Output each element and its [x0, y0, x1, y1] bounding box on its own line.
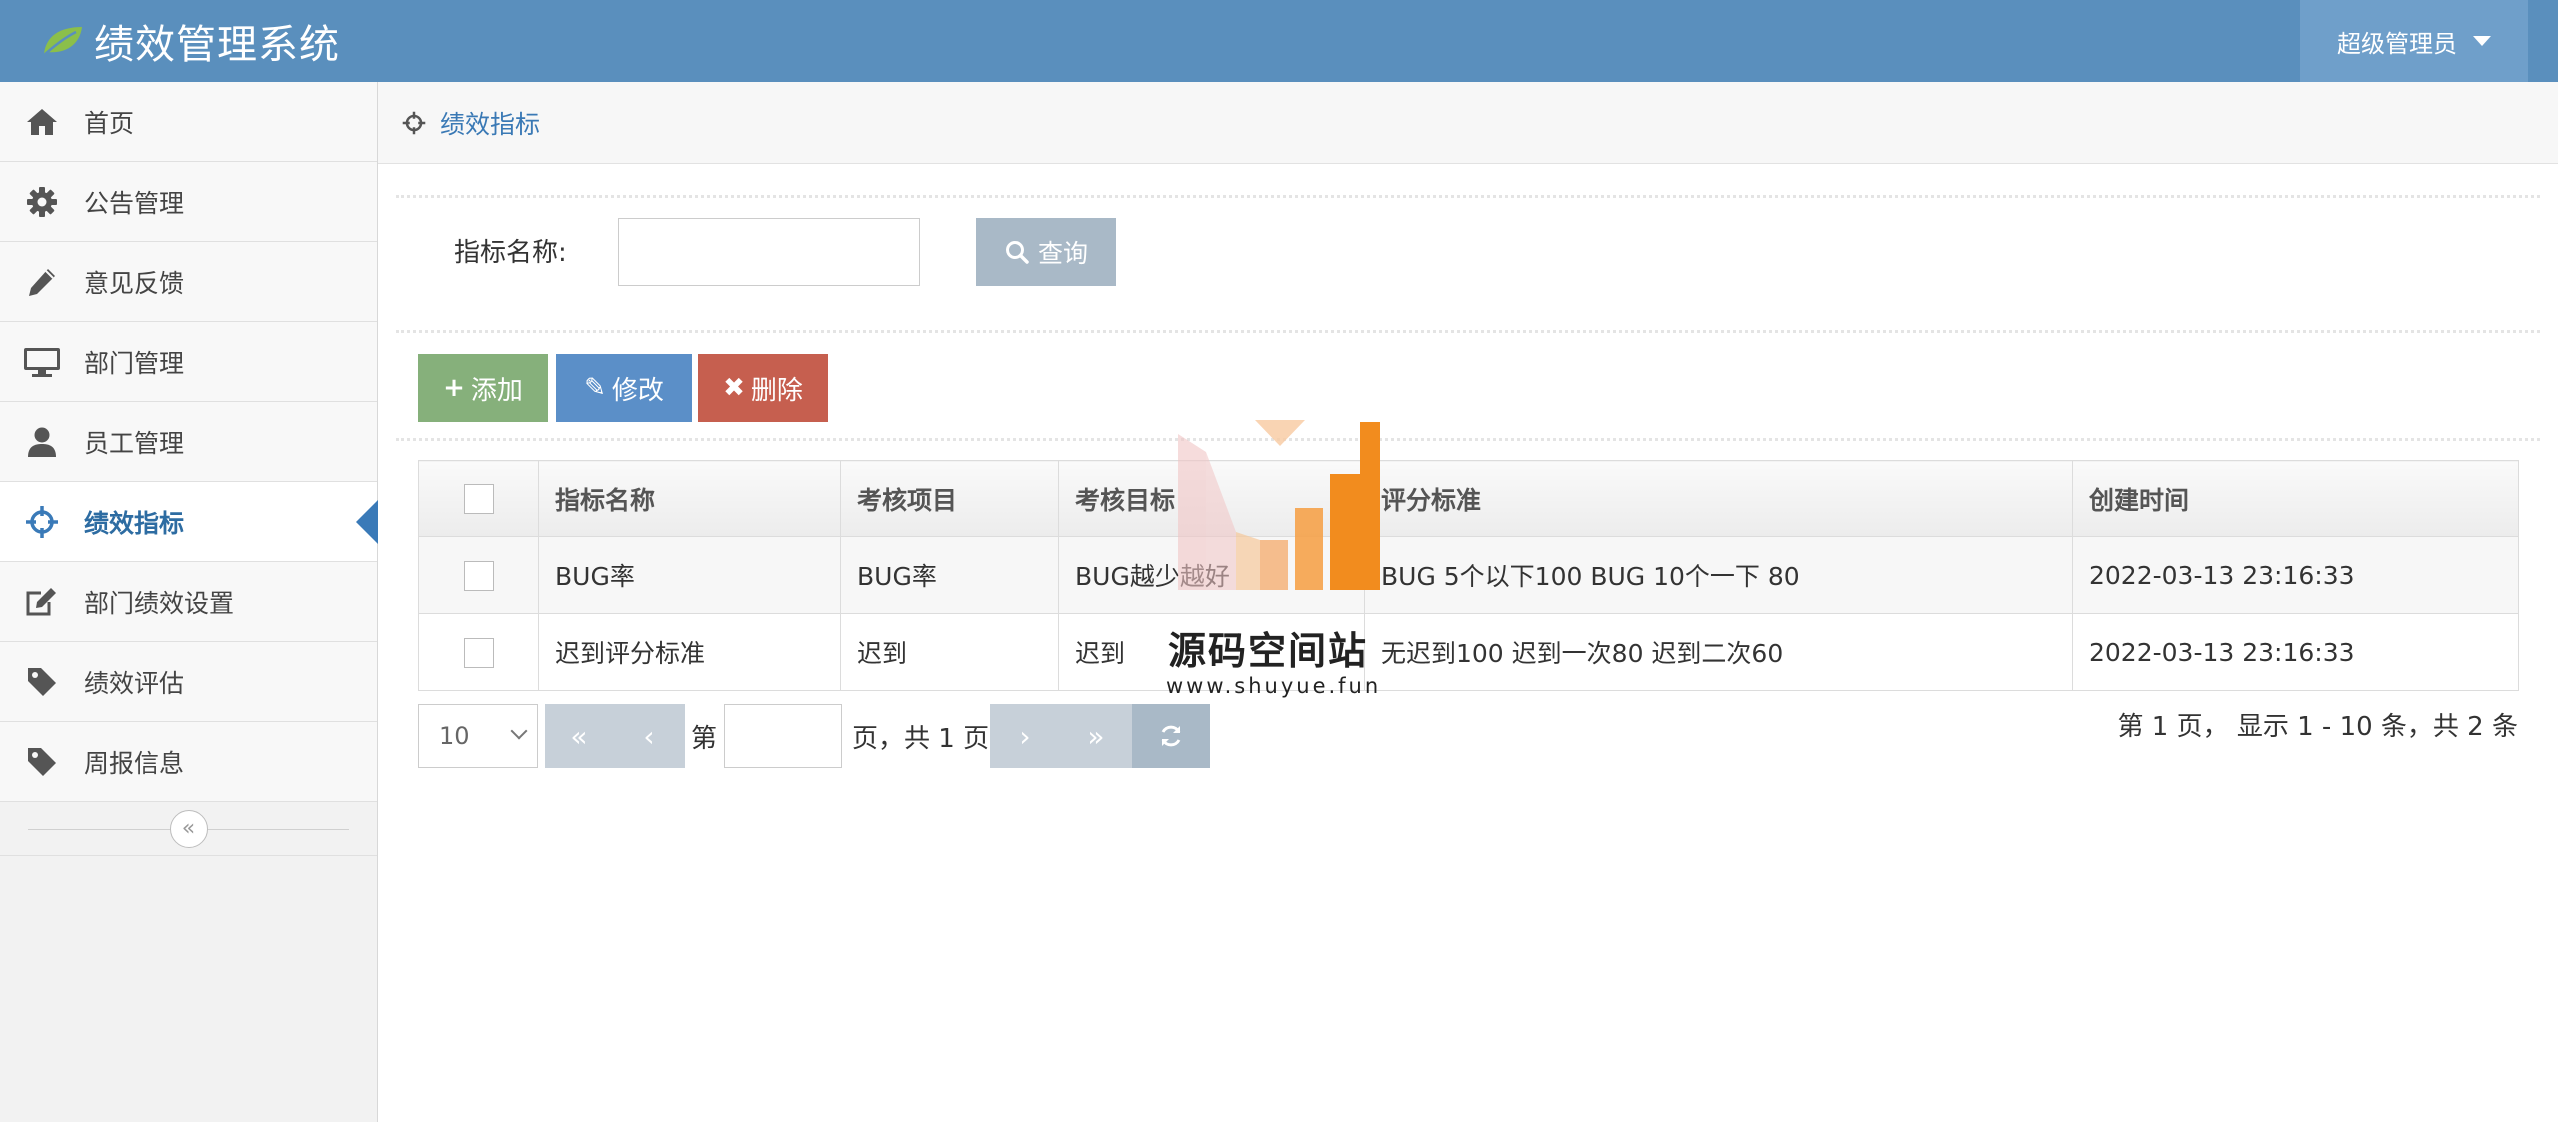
- page-total-text: 页，共 1 页: [852, 724, 990, 754]
- page-prefix: 第: [691, 724, 718, 754]
- refresh-icon: [1161, 725, 1181, 747]
- watermark-url: www.shuyue.fun: [1166, 674, 1382, 698]
- tag-icon: [22, 662, 62, 702]
- kpi-name-search-input[interactable]: [618, 218, 920, 286]
- app-title: 绩效管理系统: [94, 22, 340, 68]
- prev-page-button[interactable]: ‹: [613, 704, 685, 768]
- chevron-left-icon: ‹: [643, 719, 655, 753]
- home-icon: [22, 102, 62, 142]
- row-select-cell: [418, 536, 539, 614]
- tag-icon: [22, 742, 62, 782]
- pagination-info: 第 1 页， 显示 1 - 10 条，共 2 条: [2117, 712, 2518, 742]
- divider: [396, 330, 2540, 333]
- close-icon: ✖: [723, 373, 745, 403]
- edit-icon: ✎: [584, 373, 606, 403]
- search-icon: [1005, 241, 1029, 264]
- breadcrumb: 绩效指标: [378, 82, 2558, 164]
- kpi-table: 指标名称 考核项目 考核目标 评分标准 创建时间 BUG率 BUG率 BUG越少…: [418, 460, 2519, 691]
- sidebar-item-kpi-evaluation[interactable]: 绩效评估: [0, 642, 377, 722]
- gear-icon: [22, 182, 62, 222]
- table-cell: BUG率: [840, 536, 1059, 614]
- sidebar-item-weekly-reports[interactable]: 周报信息: [0, 722, 377, 802]
- user-menu-dropdown[interactable]: 超级管理员: [2300, 0, 2528, 82]
- edit-button[interactable]: ✎ 修改: [556, 354, 692, 422]
- page-number-input[interactable]: [724, 704, 842, 768]
- search-label: 指标名称:: [454, 238, 567, 268]
- sidebar-item-label: 部门绩效设置: [84, 588, 235, 618]
- table-cell: 迟到: [840, 613, 1059, 691]
- sidebar-item-feedback[interactable]: 意见反馈: [0, 242, 377, 322]
- select-all-cell: [418, 460, 539, 537]
- breadcrumb-current[interactable]: 绩效指标: [440, 105, 540, 141]
- crosshairs-icon: [402, 111, 426, 134]
- refresh-button[interactable]: [1132, 704, 1210, 768]
- pencil-icon: [22, 262, 62, 302]
- sidebar-item-announcements[interactable]: 公告管理: [0, 162, 377, 242]
- double-chevron-left-icon: «: [570, 719, 588, 753]
- user-icon: [22, 422, 62, 462]
- first-page-button[interactable]: «: [545, 704, 613, 768]
- delete-button[interactable]: ✖ 删除: [698, 354, 828, 422]
- column-header[interactable]: 指标名称: [538, 460, 841, 537]
- sidebar-item-label: 周报信息: [84, 748, 185, 778]
- table-cell: 迟到评分标准: [538, 613, 841, 691]
- table-header-row: 指标名称 考核项目 考核目标 评分标准 创建时间: [418, 460, 2519, 537]
- sidebar-item-home[interactable]: 首页: [0, 82, 377, 162]
- sidebar: 首页 公告管理 意见反馈 部门管理 员工管理 绩效指标 部门绩效设置 绩效评估 …: [0, 82, 378, 1122]
- column-header[interactable]: 考核项目: [840, 460, 1059, 537]
- page-size-value: 10: [439, 722, 470, 750]
- double-chevron-right-icon: »: [1087, 719, 1105, 753]
- column-header[interactable]: 评分标准: [1364, 460, 2073, 537]
- sidebar-item-label: 意见反馈: [84, 268, 185, 298]
- caret-down-icon: [2473, 36, 2491, 46]
- user-name: 超级管理员: [2337, 29, 2457, 58]
- delete-button-label: 删除: [750, 375, 803, 406]
- sidebar-item-label: 绩效评估: [84, 668, 185, 698]
- select-all-checkbox[interactable]: [463, 484, 494, 514]
- row-select-cell: [418, 613, 539, 691]
- table-cell: 2022-03-13 23:16:33: [2072, 536, 2519, 614]
- search-button[interactable]: 查询: [976, 218, 1116, 286]
- edit-icon: [22, 582, 62, 622]
- last-page-button[interactable]: »: [1060, 704, 1132, 768]
- sidebar-item-kpi[interactable]: 绩效指标: [0, 482, 378, 562]
- table-row[interactable]: 迟到评分标准 迟到 迟到 无迟到100 迟到一次80 迟到二次60 2022-0…: [418, 613, 2519, 691]
- sidebar-item-label: 公告管理: [84, 188, 185, 218]
- collapse-sidebar-button[interactable]: «: [169, 809, 208, 848]
- table-cell: BUG率: [538, 536, 841, 614]
- sidebar-item-label: 绩效指标: [84, 508, 185, 538]
- top-header: 绩效管理系统 超级管理员: [0, 0, 2558, 82]
- crosshairs-icon: [22, 502, 62, 542]
- sidebar-item-departments[interactable]: 部门管理: [0, 322, 377, 402]
- sidebar-item-dept-kpi-settings[interactable]: 部门绩效设置: [0, 562, 377, 642]
- leaf-icon: [42, 27, 82, 57]
- table-cell: BUG 5个以下100 BUG 10个一下 80: [1364, 536, 2073, 614]
- double-chevron-left-icon: «: [181, 816, 196, 841]
- next-page-button[interactable]: ›: [990, 704, 1060, 768]
- table-cell: 无迟到100 迟到一次80 迟到二次60: [1364, 613, 2073, 691]
- table-cell: 2022-03-13 23:16:33: [2072, 613, 2519, 691]
- plus-icon: +: [443, 373, 465, 403]
- divider: [396, 438, 2540, 441]
- row-checkbox[interactable]: [463, 560, 494, 591]
- monitor-icon: [22, 342, 62, 382]
- add-button-label: 添加: [470, 375, 523, 406]
- sidebar-item-label: 部门管理: [84, 348, 185, 378]
- chevron-down-icon: [510, 722, 528, 740]
- chevron-right-icon: ›: [1019, 719, 1031, 753]
- table-row[interactable]: BUG率 BUG率 BUG越少越好 BUG 5个以下100 BUG 10个一下 …: [418, 536, 2519, 614]
- page-size-select[interactable]: 10: [418, 704, 538, 768]
- sidebar-item-label: 员工管理: [84, 428, 185, 458]
- brand: 绩效管理系统: [40, 0, 340, 82]
- sidebar-item-employees[interactable]: 员工管理: [0, 402, 377, 482]
- sidebar-item-label: 首页: [84, 108, 135, 138]
- search-button-label: 查询: [1037, 240, 1088, 268]
- add-button[interactable]: + 添加: [418, 354, 548, 422]
- sidebar-collapse-bar: «: [0, 802, 377, 856]
- column-header[interactable]: 创建时间: [2072, 460, 2519, 537]
- row-checkbox[interactable]: [463, 637, 494, 668]
- edit-button-label: 修改: [611, 375, 664, 406]
- watermark-text: 源码空间站: [1168, 629, 1369, 673]
- divider: [396, 195, 2540, 198]
